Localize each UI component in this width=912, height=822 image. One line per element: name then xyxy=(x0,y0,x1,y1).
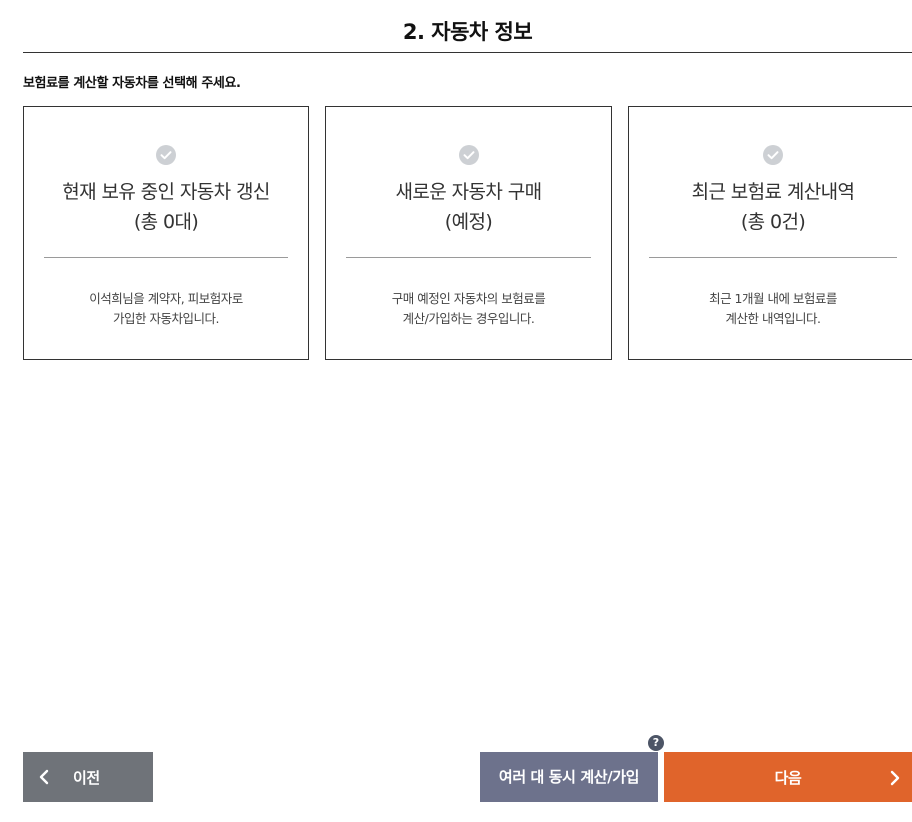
option-card-recent-quotes[interactable]: 최근 보험료 계산내역 (총 0건) 최근 1개월 내에 보험료를 계산한 내역… xyxy=(628,106,912,360)
card-subtitle: (예정) xyxy=(444,211,493,233)
chevron-right-icon xyxy=(888,769,902,791)
prev-button[interactable]: 이전 xyxy=(23,752,153,802)
page-title: 2. 자동차 정보 xyxy=(402,20,533,44)
check-circle-icon xyxy=(458,145,479,165)
card-description-line: 계산한 내역입니다. xyxy=(725,311,821,326)
chevron-left-icon xyxy=(37,768,51,790)
card-title: 새로운 자동차 구매 xyxy=(395,181,543,203)
check-circle-icon xyxy=(763,145,783,165)
car-info-page: 2. 자동차 정보 보험료를 계산할 자동차를 선택해 주세요. 현재 보유 중… xyxy=(0,0,912,822)
card-divider xyxy=(649,257,897,258)
next-button-label: 다음 xyxy=(774,769,802,787)
card-title: 현재 보유 중인 자동차 갱신 xyxy=(62,181,270,203)
card-description-line: 이석희님을 계약자, 피보험자로 xyxy=(89,291,243,306)
card-description-line: 구매 예정인 자동차의 보험료를 xyxy=(391,291,546,306)
card-title: 최근 보험료 계산내역 xyxy=(691,181,855,203)
card-description-line: 가입한 자동차입니다. xyxy=(113,311,219,326)
card-description-line: 최근 1개월 내에 보험료를 xyxy=(709,291,837,306)
check-circle-icon xyxy=(156,145,176,165)
card-divider xyxy=(44,257,288,258)
card-subtitle: (총 0건) xyxy=(740,211,806,233)
card-description: 구매 예정인 자동차의 보험료를 계산/가입하는 경우입니다. xyxy=(326,289,611,329)
help-icon[interactable]: ? xyxy=(648,735,664,751)
option-card-renew-owned-car[interactable]: 현재 보유 중인 자동차 갱신 (총 0대) 이석희님을 계약자, 피보험자로 … xyxy=(23,106,309,360)
multi-car-calc-button[interactable]: 여러 대 동시 계산/가입 xyxy=(480,752,658,802)
prev-button-label: 이전 xyxy=(73,769,100,787)
instruction-text: 보험료를 계산할 자동차를 선택해 주세요. xyxy=(23,76,241,91)
card-description: 최근 1개월 내에 보험료를 계산한 내역입니다. xyxy=(629,289,912,329)
next-button[interactable]: 다음 xyxy=(664,752,912,802)
card-divider xyxy=(346,257,591,258)
card-subtitle: (총 0대) xyxy=(133,211,199,233)
title-divider xyxy=(23,52,912,53)
option-card-new-car-purchase[interactable]: 새로운 자동차 구매 (예정) 구매 예정인 자동차의 보험료를 계산/가입하는… xyxy=(325,106,612,360)
card-description: 이석희님을 계약자, 피보험자로 가입한 자동차입니다. xyxy=(24,289,308,329)
card-description-line: 계산/가입하는 경우입니다. xyxy=(402,311,535,326)
